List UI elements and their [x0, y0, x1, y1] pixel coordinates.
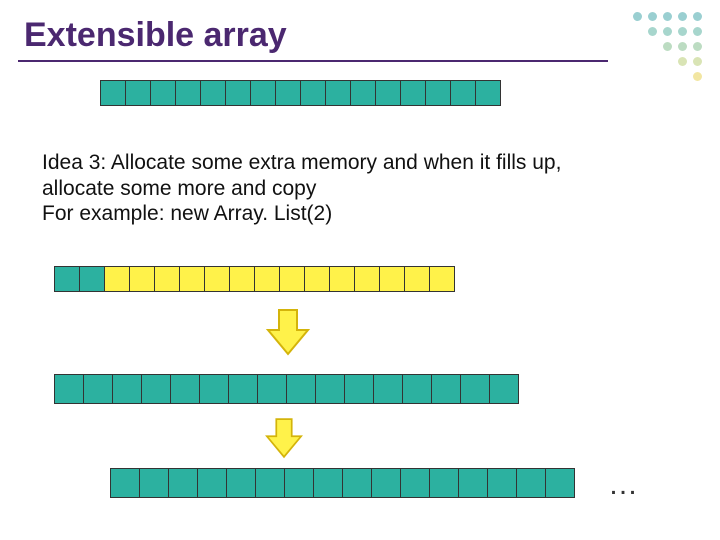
array-cell — [54, 374, 84, 404]
array-cell — [489, 374, 519, 404]
array-cell — [300, 80, 326, 106]
array-row-top — [100, 80, 501, 106]
array-cell — [429, 266, 455, 292]
array-cell — [429, 468, 459, 498]
array-cell — [379, 266, 405, 292]
body-line-2: allocate some more and copy — [42, 176, 662, 202]
body-line-3: For example: new Array. List(2) — [42, 201, 662, 227]
array-cell — [545, 468, 575, 498]
array-cell — [313, 468, 343, 498]
array-cell — [516, 468, 546, 498]
decorative-dots — [633, 12, 702, 81]
array-cell — [170, 374, 200, 404]
array-cell — [129, 266, 155, 292]
array-cell — [425, 80, 451, 106]
array-cell — [100, 80, 126, 106]
array-cell — [375, 80, 401, 106]
down-arrow-icon — [260, 304, 316, 360]
array-cell — [104, 266, 130, 292]
array-cell — [325, 80, 351, 106]
array-cell — [344, 374, 374, 404]
array-cell — [250, 80, 276, 106]
array-cell — [199, 374, 229, 404]
array-row-bottom — [110, 468, 575, 498]
array-cell — [475, 80, 501, 106]
array-cell — [139, 468, 169, 498]
array-cell — [404, 266, 430, 292]
array-cell — [458, 468, 488, 498]
array-cell — [286, 374, 316, 404]
array-cell — [279, 266, 305, 292]
array-cell — [228, 374, 258, 404]
array-cell — [350, 80, 376, 106]
array-cell — [487, 468, 517, 498]
array-cell — [154, 266, 180, 292]
array-cell — [400, 468, 430, 498]
array-cell — [275, 80, 301, 106]
array-cell — [125, 80, 151, 106]
array-cell — [54, 266, 80, 292]
array-cell — [373, 374, 403, 404]
array-cell — [150, 80, 176, 106]
array-cell — [460, 374, 490, 404]
array-cell — [255, 468, 285, 498]
array-cell — [112, 374, 142, 404]
array-cell — [225, 80, 251, 106]
array-cell — [329, 266, 355, 292]
title-underline — [18, 60, 608, 62]
array-cell — [315, 374, 345, 404]
slide: Extensible array Idea 3: Allocate some e… — [0, 0, 720, 540]
array-cell — [179, 266, 205, 292]
array-cell — [141, 374, 171, 404]
array-cell — [110, 468, 140, 498]
array-cell — [354, 266, 380, 292]
ellipsis: … — [608, 468, 638, 502]
array-cell — [400, 80, 426, 106]
array-cell — [402, 374, 432, 404]
array-cell — [284, 468, 314, 498]
array-cell — [83, 374, 113, 404]
slide-title: Extensible array — [24, 16, 287, 55]
array-row-mid — [54, 266, 455, 292]
array-cell — [197, 468, 227, 498]
array-cell — [200, 80, 226, 106]
array-row-wide — [54, 374, 519, 404]
array-cell — [229, 266, 255, 292]
array-cell — [304, 266, 330, 292]
body-line-1: Idea 3: Allocate some extra memory and w… — [42, 150, 662, 176]
array-cell — [371, 468, 401, 498]
array-cell — [79, 266, 105, 292]
array-cell — [254, 266, 280, 292]
array-cell — [431, 374, 461, 404]
body-text: Idea 3: Allocate some extra memory and w… — [42, 150, 662, 227]
array-cell — [204, 266, 230, 292]
array-cell — [450, 80, 476, 106]
array-cell — [342, 468, 372, 498]
array-cell — [175, 80, 201, 106]
down-arrow-icon — [260, 414, 308, 462]
array-cell — [226, 468, 256, 498]
array-cell — [168, 468, 198, 498]
array-cell — [257, 374, 287, 404]
